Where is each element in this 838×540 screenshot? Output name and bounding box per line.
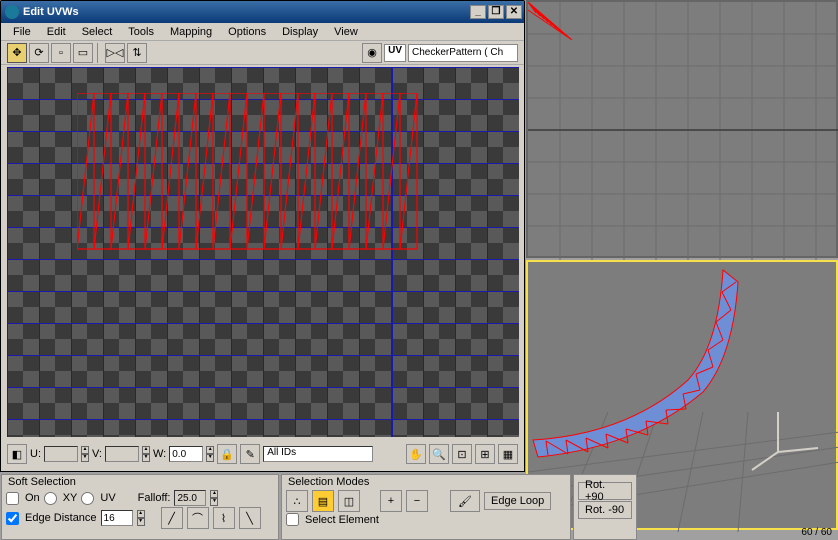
close-button[interactable]: ✕ — [506, 5, 522, 19]
face-mode-button[interactable]: ◫ — [338, 490, 360, 512]
menu-select[interactable]: Select — [74, 25, 121, 39]
u-label: U: — [30, 448, 41, 460]
edge-distance-spinner[interactable]: ▲▼ — [137, 510, 145, 526]
lock-button[interactable]: 🔒 — [217, 444, 237, 464]
rotate-tool[interactable]: ⟳ — [29, 43, 49, 63]
window-title: Edit UVWs — [23, 6, 79, 18]
menu-display[interactable]: Display — [274, 25, 326, 39]
edge-distance-label: Edge Distance — [25, 512, 97, 524]
uv-toggle[interactable]: UV — [384, 44, 406, 62]
xy-label: XY — [63, 492, 78, 504]
toolbar: ✥ ⟳ ▫ ▭ ▷◁ ⇅ ◉ UV CheckerPattern ( Ch — [1, 41, 524, 65]
menu-edit[interactable]: Edit — [39, 25, 74, 39]
v-label: V: — [92, 448, 102, 460]
w-spinner[interactable]: ▲▼ — [206, 446, 214, 462]
soft-on-label: On — [25, 492, 40, 504]
uv-viewport[interactable] — [7, 67, 519, 437]
rot-minus90-button[interactable]: Rot. -90 — [578, 501, 632, 519]
plus-mode-button[interactable]: + — [380, 490, 402, 512]
rot-plus90-button[interactable]: Rot. +90 — [578, 482, 632, 500]
zoom-extents-button[interactable]: ⊞ — [475, 444, 495, 464]
uv-statusbar: ◧ U: ▲▼ V: ▲▼ W: 0.0 ▲▼ 🔒 ✎ All IDs ✋ 🔍 … — [5, 441, 520, 467]
edge-distance-value[interactable]: 16 — [101, 510, 133, 526]
uv-radio[interactable] — [81, 492, 94, 505]
grid-snap-button[interactable]: ▦ — [498, 444, 518, 464]
menu-tools[interactable]: Tools — [120, 25, 162, 39]
transform-mode-button[interactable]: ◧ — [7, 444, 27, 464]
rotation-panel: Rot. +90 Rot. -90 — [573, 474, 637, 540]
falloff-curve-4[interactable]: ╲ — [239, 507, 261, 529]
soft-on-checkbox[interactable] — [6, 492, 19, 505]
menu-file[interactable]: File — [5, 25, 39, 39]
brush-button[interactable]: ✎ — [240, 444, 260, 464]
selection-modes-panel: Selection Modes ∴ ▤ ◫ + − 🖌 Edge Loop Se… — [281, 474, 571, 540]
move-tool[interactable]: ✥ — [7, 43, 27, 63]
u-spinner[interactable]: ▲▼ — [81, 446, 89, 462]
pan-button[interactable]: ✋ — [406, 444, 426, 464]
titlebar[interactable]: Edit UVWs _ ❐ ✕ — [1, 1, 524, 23]
falloff-label: Falloff: — [138, 492, 171, 504]
selection-modes-legend: Selection Modes — [286, 476, 566, 488]
falloff-curve-1[interactable]: ╱ — [161, 507, 183, 529]
paint-select-button[interactable]: 🖌 — [450, 490, 480, 512]
mirror-h-tool[interactable]: ▷◁ — [105, 43, 125, 63]
falloff-value[interactable]: 25.0 — [174, 490, 206, 506]
edge-distance-checkbox[interactable] — [6, 512, 19, 525]
v-value[interactable] — [105, 446, 139, 462]
uv-selection — [77, 93, 422, 253]
u-value[interactable] — [44, 446, 78, 462]
app-icon — [5, 5, 19, 19]
zoom-region-button[interactable]: ⊡ — [452, 444, 472, 464]
menu-mapping[interactable]: Mapping — [162, 25, 220, 39]
select-element-label: Select Element — [305, 514, 379, 526]
edge-mode-button[interactable]: ▤ — [312, 490, 334, 512]
soft-selection-legend: Soft Selection — [6, 476, 274, 488]
falloff-curve-3[interactable]: ⌇ — [213, 507, 235, 529]
w-label: W: — [153, 448, 166, 460]
viewport-top[interactable] — [526, 0, 838, 258]
menu-options[interactable]: Options — [220, 25, 274, 39]
ids-dropdown[interactable]: All IDs — [263, 446, 373, 462]
uv-label: UV — [100, 492, 115, 504]
edge-loop-button[interactable]: Edge Loop — [484, 492, 551, 510]
minimize-button[interactable]: _ — [470, 5, 486, 19]
freeform-tool[interactable]: ▭ — [73, 43, 93, 63]
zoom-button[interactable]: 🔍 — [429, 444, 449, 464]
menu-view[interactable]: View — [326, 25, 366, 39]
xy-radio[interactable] — [44, 492, 57, 505]
edit-uvws-window: Edit UVWs _ ❐ ✕ File Edit Select Tools M… — [0, 0, 525, 472]
bottom-panels: Soft Selection On XY UV Falloff: 25.0 ▲▼… — [0, 474, 838, 540]
uv-grid — [7, 67, 519, 437]
v-spinner[interactable]: ▲▼ — [142, 446, 150, 462]
select-element-checkbox[interactable] — [286, 513, 299, 526]
show-map-button[interactable]: ◉ — [362, 43, 382, 63]
menubar: File Edit Select Tools Mapping Options D… — [1, 23, 524, 41]
falloff-spinner[interactable]: ▲▼ — [210, 490, 218, 506]
texture-dropdown[interactable]: CheckerPattern ( Ch — [408, 44, 518, 62]
vertex-mode-button[interactable]: ∴ — [286, 490, 308, 512]
falloff-curve-2[interactable]: ⌒ — [187, 507, 209, 529]
w-value[interactable]: 0.0 — [169, 446, 203, 462]
mirror-v-tool[interactable]: ⇅ — [127, 43, 147, 63]
max-viewports: 60 / 60 — [526, 0, 838, 540]
scale-tool[interactable]: ▫ — [51, 43, 71, 63]
restore-button[interactable]: ❐ — [488, 5, 504, 19]
soft-selection-panel: Soft Selection On XY UV Falloff: 25.0 ▲▼… — [1, 474, 279, 540]
minus-mode-button[interactable]: − — [406, 490, 428, 512]
